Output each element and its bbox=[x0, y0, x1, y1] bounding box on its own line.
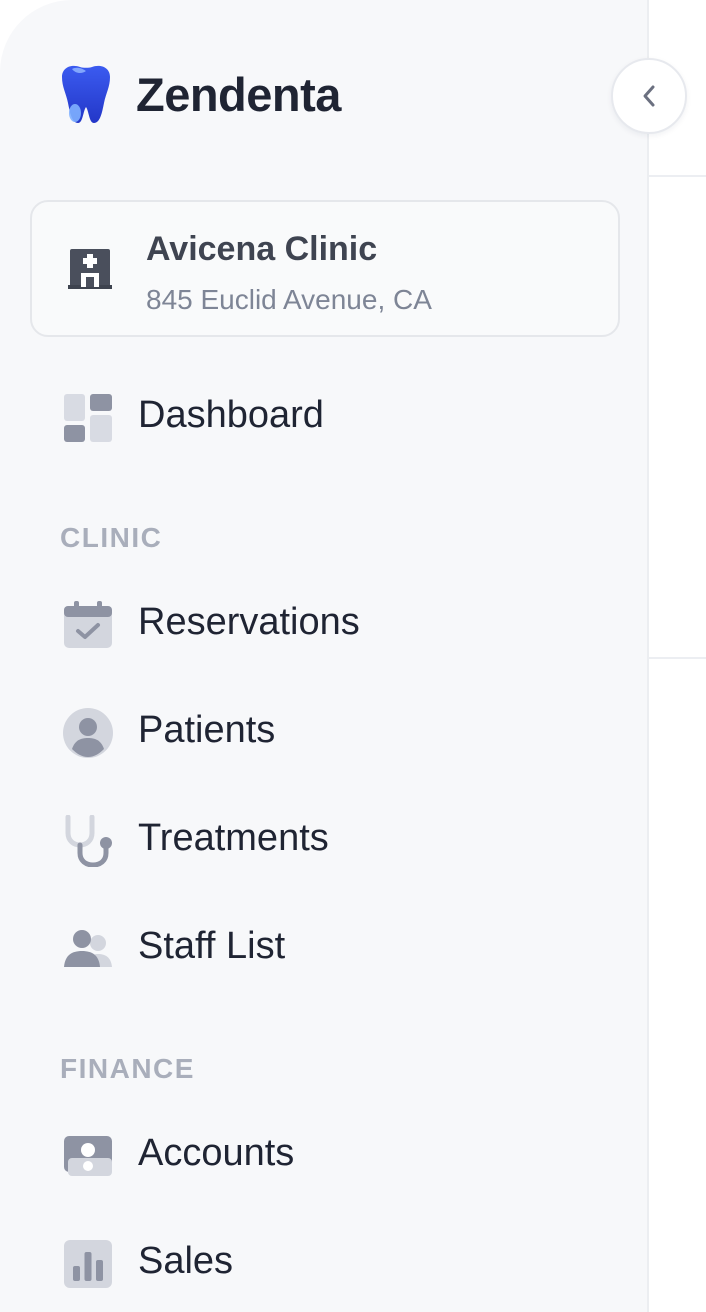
collapse-sidebar-button[interactable] bbox=[611, 58, 687, 134]
dashboard-icon bbox=[64, 394, 112, 442]
clinic-selector[interactable]: Avicena Clinic 845 Euclid Avenue, CA bbox=[30, 200, 620, 337]
chevron-left-icon bbox=[643, 85, 655, 107]
sidebar-item-label: Reservations bbox=[138, 601, 360, 643]
sidebar-item-accounts[interactable]: Accounts bbox=[30, 1116, 620, 1196]
sidebar-item-label: Treatments bbox=[138, 817, 329, 859]
content-divider bbox=[648, 175, 706, 177]
section-label-finance: FINANCE bbox=[60, 1053, 195, 1084]
clinic-address: 845 Euclid Avenue, CA bbox=[146, 284, 432, 315]
sidebar-item-label: Staff List bbox=[138, 925, 286, 967]
main-content-peek bbox=[648, 0, 706, 1312]
sidebar-item-patients[interactable]: Patients bbox=[30, 693, 620, 773]
sidebar-item-label: Patients bbox=[138, 709, 276, 751]
users-icon bbox=[64, 930, 112, 967]
hospital-icon bbox=[68, 249, 112, 289]
sidebar-item-sales[interactable]: Sales bbox=[30, 1224, 620, 1304]
bar-chart-icon bbox=[64, 1240, 112, 1288]
calendar-check-icon bbox=[64, 601, 112, 648]
sidebar-item-reservations[interactable]: Reservations bbox=[30, 585, 620, 665]
content-divider bbox=[648, 657, 706, 659]
sidebar-item-label: Sales bbox=[138, 1240, 234, 1282]
stethoscope-icon bbox=[65, 815, 112, 867]
tooth-logo-icon bbox=[62, 65, 110, 123]
user-icon bbox=[63, 708, 113, 758]
sidebar: Zendenta Avicena Clinic 845 Euclid Avenu… bbox=[0, 0, 649, 1312]
section-label-clinic: CLINIC bbox=[60, 522, 163, 553]
app-window: Zendenta Avicena Clinic 845 Euclid Avenu… bbox=[0, 0, 706, 1312]
sidebar-item-dashboard[interactable]: Dashboard bbox=[30, 378, 620, 458]
sidebar-item-treatments[interactable]: Treatments bbox=[30, 801, 620, 881]
sidebar-item-label: Accounts bbox=[138, 1132, 295, 1174]
sidebar-item-staff-list[interactable]: Staff List bbox=[30, 909, 620, 989]
sidebar-item-label: Dashboard bbox=[138, 394, 324, 436]
brand[interactable]: Zendenta bbox=[58, 62, 341, 126]
clinic-name: Avicena Clinic bbox=[146, 230, 378, 268]
brand-name: Zendenta bbox=[136, 67, 341, 121]
wallet-icon bbox=[64, 1136, 112, 1176]
